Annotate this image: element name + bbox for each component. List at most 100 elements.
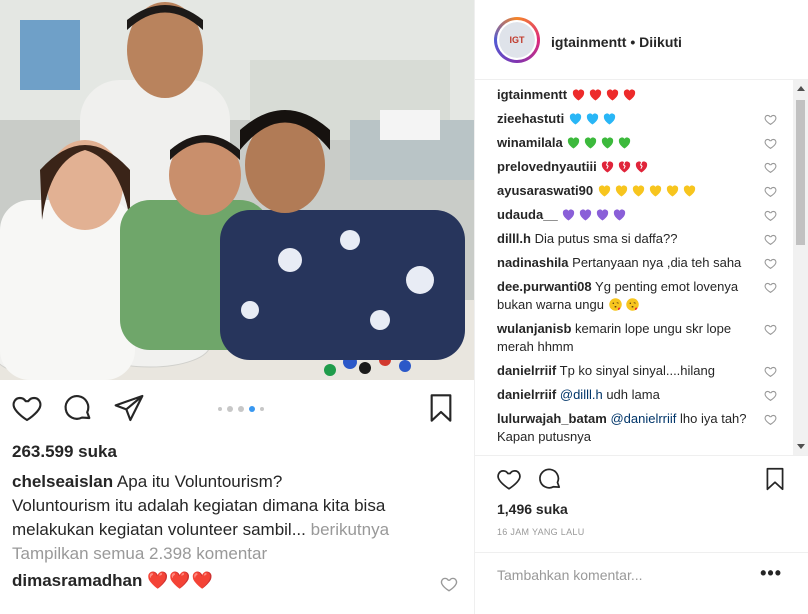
comment-username[interactable]: ayusaraswati90 xyxy=(497,183,593,198)
comment-username[interactable]: dimasramadhan xyxy=(12,571,142,590)
caption-more-link[interactable]: berikutnya xyxy=(311,520,389,539)
comment-emoji-group xyxy=(597,183,699,198)
comment-item: ayusaraswati90 xyxy=(475,182,793,200)
scroll-up-arrow-icon[interactable] xyxy=(797,86,805,91)
panel-header: IGT igtainmentt • Diikuti xyxy=(475,0,808,80)
panel-like-button[interactable] xyxy=(496,466,522,492)
comment-scrollbar[interactable] xyxy=(793,80,808,455)
post-like-count[interactable]: 263.599 suka xyxy=(12,442,117,462)
comment-username[interactable]: danielrriif xyxy=(497,363,556,378)
comment-like-heart-icon[interactable] xyxy=(764,281,777,294)
comment-text: udh lama xyxy=(606,387,660,402)
comment-like-heart-icon[interactable] xyxy=(764,389,777,402)
comment-username[interactable]: prelovednyautiii xyxy=(497,159,597,174)
comment-mention[interactable]: @dilll.h xyxy=(560,387,603,402)
red-heart-emoji-icon xyxy=(623,89,635,101)
post-photo[interactable] xyxy=(0,0,474,380)
comment-username[interactable]: zieehastuti xyxy=(497,111,564,126)
comment-mention[interactable]: @danielrriif xyxy=(610,411,676,426)
header-username[interactable]: igtainmentt xyxy=(551,34,626,50)
bookmark-icon xyxy=(430,394,452,422)
comment-item: zieehastuti xyxy=(475,110,793,128)
caption-username[interactable]: chelseaislan xyxy=(12,472,113,491)
scroll-thumb[interactable] xyxy=(796,100,805,245)
comment-item: wulanjanisb kemarin lope ungu skr lope m… xyxy=(475,320,793,356)
comment-like-heart-icon[interactable] xyxy=(764,113,777,126)
carousel-dot[interactable] xyxy=(260,407,264,411)
post-detail-panel: IGT igtainmentt • Diikuti igtainmentt zi… xyxy=(475,0,808,614)
comment-like-heart-icon[interactable] xyxy=(764,233,777,246)
comment-like-heart-icon[interactable] xyxy=(764,137,777,150)
scroll-down-arrow-icon[interactable] xyxy=(797,444,805,449)
more-options-icon[interactable]: ••• xyxy=(760,563,782,584)
view-all-comments-link[interactable]: Tampilkan semua 2.398 komentar xyxy=(12,544,267,564)
save-button[interactable] xyxy=(425,392,457,424)
broken-heart-emoji-icon xyxy=(619,161,631,173)
heart-outline-icon xyxy=(497,470,521,490)
comment-username[interactable]: dilll.h xyxy=(497,231,531,246)
panel-like-count[interactable]: 1,496 suka xyxy=(497,501,568,517)
yellow-heart-emoji-icon xyxy=(632,185,644,197)
yellow-heart-emoji-icon xyxy=(598,185,610,197)
avatar-logo: IGT xyxy=(499,22,535,58)
comment-button[interactable] xyxy=(62,392,94,424)
comment-item: dee.purwanti08 Yg penting emot lovenya b… xyxy=(475,278,793,314)
post-timestamp[interactable]: 16 JAM YANG LALU xyxy=(497,527,585,537)
add-comment-input[interactable]: Tambahkan komentar... xyxy=(497,567,643,583)
comment-username[interactable]: dee.purwanti08 xyxy=(497,279,592,294)
comment-emoji-group xyxy=(600,159,651,174)
yellow-heart-emoji-icon xyxy=(615,185,627,197)
carousel-dot-active[interactable] xyxy=(249,406,255,412)
yellow-heart-emoji-icon xyxy=(666,185,678,197)
carousel-dot[interactable] xyxy=(227,406,233,412)
comment-bubble-icon xyxy=(64,395,91,420)
comment-emoji-group xyxy=(571,87,639,102)
red-heart-emoji-icon xyxy=(606,89,618,101)
red-heart-emoji-icon xyxy=(589,89,601,101)
comment-username[interactable]: winamilala xyxy=(497,135,563,150)
comment-like-heart-icon[interactable] xyxy=(764,161,777,174)
comment-item: winamilala xyxy=(475,134,793,152)
comment-item: igtainmentt xyxy=(475,86,793,104)
avatar[interactable]: IGT xyxy=(497,20,537,60)
comment-like-heart-icon[interactable] xyxy=(764,413,777,426)
comment-emoji-group xyxy=(561,207,629,222)
comment-username[interactable]: udauda__ xyxy=(497,207,558,222)
comment-like-heart-icon[interactable] xyxy=(764,323,777,336)
follow-status[interactable]: Diikuti xyxy=(639,34,682,50)
add-comment-box[interactable]: Tambahkan komentar... ••• xyxy=(475,552,808,614)
kiss-emoji-icon xyxy=(608,298,622,311)
purple-heart-emoji-icon xyxy=(580,209,592,221)
carousel-dot[interactable] xyxy=(238,406,244,412)
panel-footer: 1,496 suka 16 JAM YANG LALU Tambahkan ko… xyxy=(475,455,808,614)
comment-item: danielrriif Tp ko sinyal sinyal....hilan… xyxy=(475,362,793,380)
story-ring[interactable]: IGT xyxy=(494,17,540,63)
comment-like-heart-icon[interactable] xyxy=(764,365,777,378)
comment-like-heart-icon[interactable] xyxy=(764,209,777,222)
comment-bubble-icon xyxy=(539,468,561,489)
comment-item: prelovednyautiii xyxy=(475,158,793,176)
comment-item: danielrriif @dilll.h udh lama xyxy=(475,386,793,404)
panel-save-button[interactable] xyxy=(762,466,788,492)
comment-username[interactable]: wulanjanisb xyxy=(497,321,571,336)
comment-username[interactable]: igtainmentt xyxy=(497,87,567,102)
post-caption: chelseaislan Apa itu Voluntourism? Volun… xyxy=(12,470,464,542)
comment-username[interactable]: danielrriif xyxy=(497,387,556,402)
comment-item: udauda__ xyxy=(475,206,793,224)
comment-text: ❤️❤️❤️ xyxy=(147,571,214,590)
comment-username[interactable]: nadinashila xyxy=(497,255,569,270)
comment-list[interactable]: igtainmentt zieehastuti winamilala prelo… xyxy=(475,80,793,455)
purple-heart-emoji-icon xyxy=(597,209,609,221)
comment-username[interactable]: lulurwajah_batam xyxy=(497,411,607,426)
red-heart-emoji-icon xyxy=(572,89,584,101)
carousel-dot[interactable] xyxy=(218,407,222,411)
like-button[interactable] xyxy=(11,392,43,424)
comment-emoji-group xyxy=(604,297,642,312)
comment-like-heart-icon[interactable] xyxy=(440,575,458,593)
share-button[interactable] xyxy=(113,392,145,424)
blue-heart-emoji-icon xyxy=(586,113,598,125)
panel-comment-button[interactable] xyxy=(537,466,563,492)
comment-like-heart-icon[interactable] xyxy=(764,185,777,198)
comment-like-heart-icon[interactable] xyxy=(764,257,777,270)
post-action-bar xyxy=(0,392,474,428)
